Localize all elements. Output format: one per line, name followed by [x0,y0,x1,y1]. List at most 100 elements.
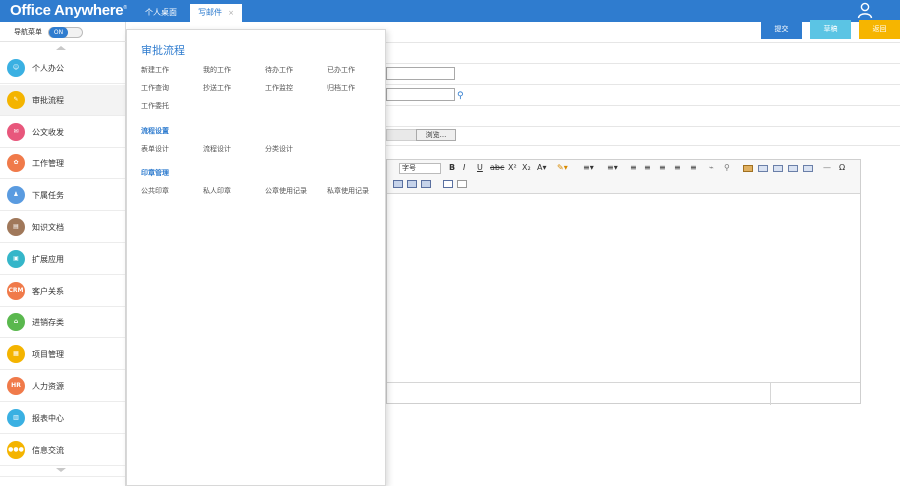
menu-link[interactable]: 已办工作 [327,65,355,75]
menu-link[interactable]: 归档工作 [327,83,355,93]
menu-link[interactable]: 工作委托 [141,101,169,111]
work-icon: ✿ [7,154,25,173]
font-size-select[interactable]: 字号 [399,163,441,174]
sidebar-item-team[interactable]: ♟ 下属任务 [0,180,125,212]
sidebar-item-store[interactable]: ⌂ 进销存类 [0,307,125,339]
menu-link[interactable]: 我的工作 [203,65,231,75]
divider [386,126,900,127]
menu-link[interactable]: 表单设计 [141,144,169,154]
align-left-icon[interactable]: ≡ [630,163,637,172]
horizontal-rule-icon[interactable]: — [823,163,831,172]
table-split-icon[interactable] [803,165,813,172]
sidebar-item-label: 客户关系 [32,286,64,296]
recipient-field[interactable] [386,67,455,80]
table-row-icon[interactable] [393,180,403,188]
back-button[interactable]: 返回 [859,20,900,39]
scroll-down-icon[interactable] [56,468,66,472]
divider [386,63,900,64]
sidebar-item-monitor[interactable]: ▣ 扩展应用 [0,244,125,275]
project-icon: ▦ [7,345,25,364]
ordered-list-icon[interactable]: ≡▾ [583,163,594,172]
sidebar-item-crm[interactable]: CRM 客户关系 [0,276,125,307]
link-icon[interactable]: ⌁ [709,163,714,172]
sidebar-item-documents[interactable]: ✉ 公文收发 [0,117,125,148]
menu-link[interactable]: 私人印章 [203,186,231,196]
subscript-icon[interactable]: X₂ [522,163,531,172]
search-icon[interactable]: ⚲ [457,91,464,101]
sidebar-item-message[interactable]: ●●● 信息交流 [0,435,125,466]
menu-link[interactable]: 抄送工作 [203,83,231,93]
divider [386,145,900,146]
nav-toggle-switch[interactable]: ON [48,27,83,38]
bold-icon[interactable]: B [449,163,455,172]
font-color-icon[interactable]: A▾ [537,163,547,172]
chart-icon: ▥ [7,408,25,427]
table-icon[interactable] [758,165,768,172]
sidebar-item-label: 信息交流 [32,445,64,455]
align-center-icon[interactable]: ≡ [644,163,651,172]
approval-icon: ✎ [7,90,25,109]
justify-icon[interactable]: ≡ [674,163,681,172]
divider [386,105,900,106]
sidebar-item-label: 项目管理 [32,350,64,360]
align-right-icon[interactable]: ≡ [659,163,666,172]
sidebar-item-book[interactable]: ▤ 知识文档 [0,212,125,243]
subject-field[interactable] [386,88,455,101]
sidebar-item-label: 审批流程 [32,95,64,105]
hr-icon: HR [7,377,25,395]
nav-toggle-row: 导航菜单 ON [0,22,126,42]
sidebar-item-chart[interactable]: ▥ 报表中心 [0,403,125,434]
special-char-icon[interactable]: Ω [839,163,845,172]
justify-full-icon[interactable]: ≡ [690,163,697,172]
sidebar-footer [0,476,125,486]
sidebar-item-project[interactable]: ▦ 项目管理 [0,339,125,371]
store-icon: ⌂ [7,313,25,332]
sidebar-item-label: 公文收发 [32,127,64,137]
sidebar-item-person[interactable]: ☺ 个人办公 [0,53,125,84]
menu-link[interactable]: 新建工作 [141,65,169,75]
image-icon[interactable] [743,165,753,172]
table-col-icon[interactable] [407,180,417,188]
menu-link[interactable]: 公章使用记录 [265,186,307,196]
browse-button[interactable]: 浏览... [416,129,456,141]
sidebar: 导航菜单 ON ☺ 个人办公 ✎ 审批流程 ✉ 公文收发 ✿ 工作管理 ♟ 下属任务 ▤ 知识文档 ▣ 扩… [0,22,126,486]
underline-icon[interactable]: U [477,163,483,172]
superscript-icon[interactable]: X² [508,163,517,172]
attachment-bar [386,129,417,141]
book-icon: ▤ [7,218,25,236]
table-insert-icon[interactable] [773,165,783,172]
italic-icon[interactable]: I [463,163,465,172]
unlink-icon[interactable]: ⚲ [724,163,730,172]
scroll-up-icon[interactable] [56,46,66,50]
document-icon[interactable] [457,180,467,188]
menu-link[interactable]: 流程设计 [203,144,231,154]
rich-text-editor[interactable]: 字号 B I U abc X² X₂ A▾ ✎▾ ≡▾ ≡▾ ≡ ≡ ≡ ≡ ≡… [386,159,861,405]
approval-menu-panel: 审批流程 新建工作 我的工作 待办工作 已办工作 工作查询 抄送工作 工作监控 归档工作 工作委… [126,29,386,486]
table-merge-icon[interactable] [788,165,798,172]
menu-link[interactable]: 公共印章 [141,186,169,196]
draft-button[interactable]: 草稿 [810,20,851,39]
menu-link[interactable]: 分类设计 [265,144,293,154]
sidebar-item-approval[interactable]: ✎ 审批流程 [0,84,125,116]
tab-close-icon[interactable]: × [228,9,234,17]
sidebar-item-label: 扩展应用 [32,254,64,264]
unordered-list-icon[interactable]: ≡▾ [607,163,618,172]
menu-link[interactable]: 待办工作 [265,65,293,75]
user-icon[interactable] [857,2,873,19]
divider [386,84,900,85]
tab-personal-desktop[interactable]: 个人桌面 [132,4,190,22]
sidebar-item-label: 进销存类 [32,318,64,328]
sidebar-item-label: 下属任务 [32,191,64,201]
table-cell-icon[interactable] [421,180,431,188]
tab-write-mail[interactable]: 写邮件 × [190,4,242,22]
highlight-icon[interactable]: ✎▾ [557,163,568,172]
menu-link[interactable]: 工作监控 [265,83,293,93]
strikethrough-icon[interactable]: abc [490,163,504,172]
menu-link[interactable]: 工作查询 [141,83,169,93]
sidebar-item-hr[interactable]: HR 人力资源 [0,371,125,402]
paste-icon[interactable] [443,180,453,188]
sidebar-item-work[interactable]: ✿ 工作管理 [0,148,125,180]
menu-link[interactable]: 私章使用记录 [327,186,369,196]
submit-button[interactable]: 提交 [761,20,802,39]
editor-footer [387,382,860,405]
